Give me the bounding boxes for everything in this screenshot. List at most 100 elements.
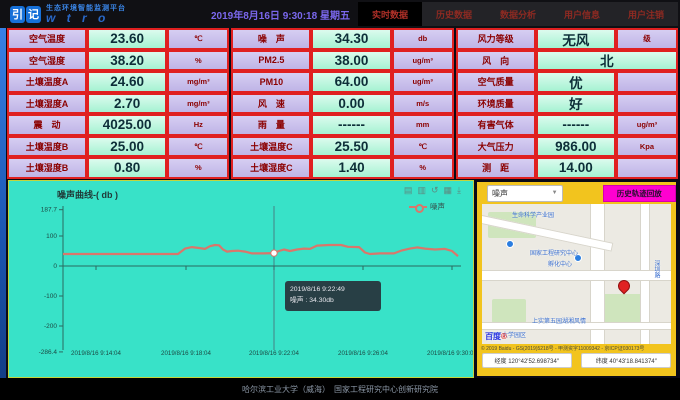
- tab-2[interactable]: 历史数据: [422, 2, 486, 26]
- sensor-value: 0.00: [311, 93, 391, 115]
- sensor-label: 土壤湿度A: [7, 93, 87, 115]
- sensor-row: 土壤温度C25.50℃: [231, 136, 453, 158]
- sensor-label: 空气温度: [7, 28, 87, 50]
- sensor-row: PM1064.00ug/m³: [231, 71, 453, 93]
- sensor-group-1: 空气温度23.60℃空气湿度38.20%土壤温度A24.60mg/m³土壤湿度A…: [7, 28, 229, 179]
- sensor-value: 64.00: [311, 71, 391, 93]
- metric-select-value: 噪声: [492, 188, 508, 199]
- noise-series-line: [63, 245, 458, 256]
- footer-bar: 哈尔滨工业大学（威海） 国家工程研究中心创新研究院: [0, 378, 680, 400]
- sensor-label: 土壤温度B: [7, 136, 87, 158]
- map-canvas[interactable]: 生命科学产业园国家工程研究中心孵化中心上实第五园湖湘风情理工大学园区深圳路 百度…: [482, 204, 671, 344]
- sensor-label: 风 向: [456, 50, 536, 72]
- map-park: [602, 294, 642, 324]
- sensor-value: 34.30: [311, 28, 391, 50]
- sensor-value: 38.20: [87, 50, 167, 72]
- sensor-value: 4025.00: [87, 114, 167, 136]
- sensor-label: 雨 量: [231, 114, 311, 136]
- svg-text:-100: -100: [44, 293, 57, 300]
- map-poi-marker[interactable]: [506, 240, 514, 248]
- map-place-label: 孵化中心: [548, 259, 572, 268]
- svg-text:2019/8/16 9:30:04: 2019/8/16 9:30:04: [427, 350, 473, 357]
- svg-text:-286.4: -286.4: [39, 349, 58, 356]
- sensor-value: 25.00: [87, 136, 167, 158]
- sensor-label: 土壤湿度C: [231, 157, 311, 179]
- header-bar: 引 记 生态环境智能监测平台 w t r o 2019年8月16日 9:30:1…: [0, 0, 680, 28]
- latitude-field: 纬度 40°43'18.841374″: [581, 353, 671, 368]
- sensor-row: 风 向北: [456, 50, 678, 72]
- svg-text:2019/8/16 9:14:04: 2019/8/16 9:14:04: [71, 350, 121, 357]
- baidu-logo: 百度®: [485, 331, 507, 342]
- noise-line-chart[interactable]: 187.71000-100-200-286.42019/8/16 9:14:04…: [9, 181, 473, 377]
- sensor-unit: 级: [616, 28, 678, 50]
- left-border-strip: [0, 0, 6, 400]
- sensor-group-2: 噪 声34.30dbPM2.538.00ug/m³PM1064.00ug/m³风…: [231, 28, 453, 179]
- svg-text:0: 0: [53, 263, 57, 270]
- sensor-row: PM2.538.00ug/m³: [231, 50, 453, 72]
- sensor-label: 测 距: [456, 157, 536, 179]
- sensor-label: 有害气体: [456, 114, 536, 136]
- svg-text:100: 100: [46, 233, 57, 240]
- tab-3[interactable]: 数据分析: [486, 2, 550, 26]
- sensor-label: 空气湿度: [7, 50, 87, 72]
- sensor-unit: %: [167, 157, 229, 179]
- logo-mark: 记: [26, 6, 41, 23]
- map-road: [482, 270, 671, 281]
- sensor-row: 土壤湿度A2.70mg/m³: [7, 93, 229, 115]
- logo-text: 生态环境智能监测平台 w t r o: [46, 5, 126, 24]
- sensor-unit: ℃: [392, 136, 454, 158]
- sensor-unit: Kpa: [616, 136, 678, 158]
- tab-5[interactable]: 用户注销: [614, 2, 678, 26]
- sensor-group-3: 风力等级无风级风 向北空气质量优环境质量好有害气体------ug/m³大气压力…: [456, 28, 678, 179]
- logo: 引 记 生态环境智能监测平台 w t r o: [10, 5, 126, 24]
- coordinate-bar: 经度 120°42'52.698734″ 纬度 40°43'18.841374″: [477, 353, 676, 368]
- sensor-value: 1.40: [311, 157, 391, 179]
- sensor-unit: [616, 71, 678, 93]
- sensor-row: 震 动4025.00Hz: [7, 114, 229, 136]
- metric-select[interactable]: 噪声 ▼: [487, 185, 563, 202]
- sensor-value: 优: [536, 71, 616, 93]
- svg-text:2019/8/16 9:26:04: 2019/8/16 9:26:04: [338, 350, 388, 357]
- map-place-label: 国家工程研究中心: [530, 248, 578, 257]
- sensor-unit: [616, 157, 678, 179]
- sensor-value: 24.60: [87, 71, 167, 93]
- sensor-unit: mg/m³: [167, 71, 229, 93]
- sensor-unit: ℃: [167, 136, 229, 158]
- sensor-unit: Hz: [167, 114, 229, 136]
- sensor-row: 风力等级无风级: [456, 28, 678, 50]
- map-place-label: 深圳路: [652, 260, 661, 278]
- sensor-unit: db: [392, 28, 454, 50]
- map-controls: 噪声 ▼ 历史轨迹回放: [477, 182, 676, 204]
- sensor-unit: m/s: [392, 93, 454, 115]
- sensor-unit: mg/m³: [167, 93, 229, 115]
- sensor-value: 0.80: [87, 157, 167, 179]
- dashboard: 引 记 生态环境智能监测平台 w t r o 2019年8月16日 9:30:1…: [0, 0, 680, 400]
- svg-text:2019/8/16 9:22:04: 2019/8/16 9:22:04: [249, 350, 299, 357]
- sensor-row: 空气质量优: [456, 71, 678, 93]
- sensor-value: 2.70: [87, 93, 167, 115]
- datetime-display: 2019年8月16日 9:30:18 星期五: [211, 7, 350, 22]
- sensor-row: 有害气体------ug/m³: [456, 114, 678, 136]
- history-playback-button[interactable]: 历史轨迹回放: [603, 185, 676, 202]
- longitude-field: 经度 120°42'52.698734″: [482, 353, 572, 368]
- sensor-row: 空气温度23.60℃: [7, 28, 229, 50]
- sensor-label: 环境质量: [456, 93, 536, 115]
- map-park: [492, 299, 526, 323]
- sensor-row: 土壤湿度B0.80%: [7, 157, 229, 179]
- tab-4[interactable]: 用户信息: [550, 2, 614, 26]
- sensor-value: 好: [536, 93, 616, 115]
- sensor-row: 大气压力986.00Kpa: [456, 136, 678, 158]
- sensor-unit: %: [167, 50, 229, 72]
- tab-1[interactable]: 实时数据: [358, 2, 422, 26]
- sensor-row: 环境质量好: [456, 93, 678, 115]
- sensor-label: 噪 声: [231, 28, 311, 50]
- sensor-row: 土壤温度B25.00℃: [7, 136, 229, 158]
- sensor-label: PM10: [231, 71, 311, 93]
- sensor-row: 雨 量------mm: [231, 114, 453, 136]
- chevron-down-icon: ▼: [552, 190, 558, 196]
- logo-word: w t r o: [46, 12, 126, 24]
- map-panel: 噪声 ▼ 历史轨迹回放 生命科学产业园国家工程研究中心孵化中心上实第五园湖湘风情…: [477, 182, 676, 376]
- sensor-label: 风力等级: [456, 28, 536, 50]
- tooltip-time: 2019/8/16 9:22:49: [290, 285, 376, 296]
- sensor-label: 大气压力: [456, 136, 536, 158]
